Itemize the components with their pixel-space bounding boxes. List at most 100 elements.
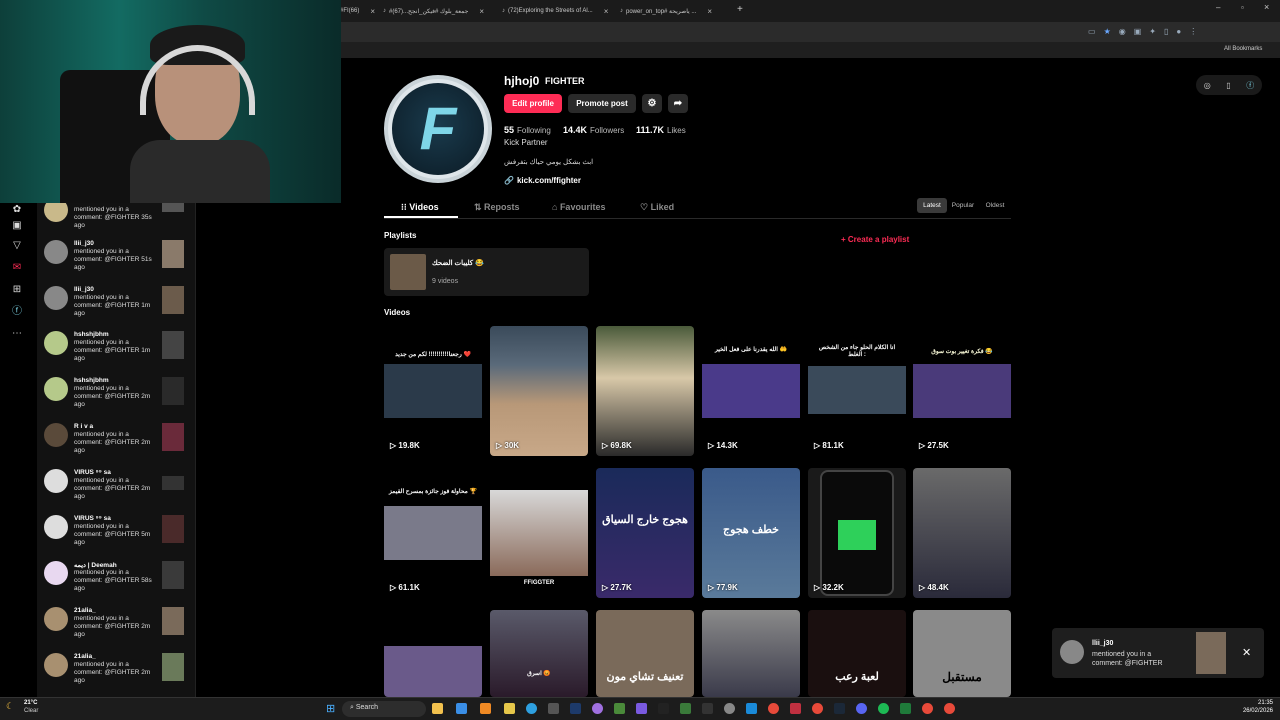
cast-icon[interactable]: ▭ bbox=[1088, 27, 1096, 37]
avatar[interactable]: ⓕ bbox=[1246, 80, 1254, 91]
video-card[interactable]: ▷ 48.4K bbox=[913, 468, 1011, 598]
video-card[interactable] bbox=[702, 610, 800, 697]
followers-stat[interactable]: 14.4K Followers bbox=[563, 120, 624, 138]
browser-tab[interactable]: ♪ (72)Exploring the Streets of Al... × bbox=[502, 3, 610, 19]
app-icon[interactable] bbox=[680, 703, 691, 714]
app-icon[interactable] bbox=[548, 703, 559, 714]
photoshop-icon[interactable] bbox=[570, 703, 581, 714]
notification-item[interactable]: ديمه | Deemah mentioned you in a comment:… bbox=[44, 561, 194, 605]
close-icon[interactable]: × bbox=[479, 7, 484, 16]
extension-icon[interactable]: ▣ bbox=[1134, 27, 1142, 37]
spotify-icon[interactable] bbox=[878, 703, 889, 714]
share-icon[interactable]: ➦ bbox=[668, 94, 688, 113]
promote-post-button[interactable]: Promote post bbox=[568, 94, 636, 113]
app-icon[interactable] bbox=[790, 703, 801, 714]
mention-toast[interactable]: llii_j30 mentioned you in a comment: @FI… bbox=[1052, 628, 1264, 678]
sort-latest-button[interactable]: Latest bbox=[917, 198, 947, 213]
video-card[interactable]: خطف هجوج ▷ 77.9K bbox=[702, 468, 800, 598]
close-icon[interactable]: × bbox=[370, 7, 375, 16]
video-card[interactable]: فكرة تغيير بوت سوق 😂 ▷ 27.5K bbox=[913, 326, 1011, 456]
profile-link[interactable]: 🔗 kick.com/ffighter bbox=[504, 176, 581, 185]
coin-icon[interactable]: ◎ bbox=[1204, 81, 1211, 90]
more-icon[interactable]: ⋯ bbox=[10, 327, 24, 341]
file-explorer-icon[interactable] bbox=[432, 703, 443, 714]
video-card[interactable]: اسرق 😡 bbox=[490, 610, 588, 697]
close-icon[interactable]: × bbox=[604, 7, 609, 16]
weather-temp[interactable]: 21°C bbox=[24, 700, 37, 706]
notification-item[interactable]: llii_j30 mentioned you in a comment: @FIG… bbox=[44, 286, 194, 330]
app-icon[interactable] bbox=[724, 703, 735, 714]
video-card[interactable]: انا الكلام الحلو جاء من الشخص الغلط : ▷ 8… bbox=[808, 326, 906, 456]
app-icon[interactable] bbox=[658, 703, 669, 714]
tab-videos[interactable]: ⁝⁝ Videos bbox=[401, 202, 439, 213]
all-bookmarks[interactable]: All Bookmarks bbox=[1224, 46, 1262, 52]
window-close-button[interactable]: × bbox=[1264, 2, 1269, 12]
notification-item[interactable]: VIRUS ⁹⁹ sa mentioned you in a comment: @… bbox=[44, 469, 194, 513]
video-card[interactable]: تعنيف تشاي مون bbox=[596, 610, 694, 697]
video-card[interactable]: ▷ 69.8K bbox=[596, 326, 694, 456]
browser-tab[interactable]: ♪ #جمعة_بلوك #فيكن_انجح...(67) × bbox=[383, 3, 491, 19]
chrome-icon[interactable] bbox=[812, 703, 823, 714]
app-icon[interactable] bbox=[456, 703, 467, 714]
notification-item[interactable]: hshshjbhm mentioned you in a comment: @FI… bbox=[44, 331, 194, 375]
app-icon[interactable] bbox=[702, 703, 713, 714]
notification-item[interactable]: llii_j30 mentioned you in a comment: @FIG… bbox=[44, 240, 194, 284]
discord-icon[interactable] bbox=[856, 703, 867, 714]
tab-liked[interactable]: ♡ Liked bbox=[640, 202, 674, 213]
minecraft-icon[interactable] bbox=[614, 703, 625, 714]
chrome-icon[interactable] bbox=[944, 703, 955, 714]
folder-icon[interactable] bbox=[504, 703, 515, 714]
clock-time[interactable]: 21:35 bbox=[1225, 700, 1273, 706]
steam-icon[interactable] bbox=[834, 703, 845, 714]
taskbar-search[interactable]: ⌕ Search bbox=[342, 701, 426, 717]
edge-icon[interactable] bbox=[526, 703, 537, 714]
video-card[interactable]: لعبة رعب bbox=[808, 610, 906, 697]
inbox-icon[interactable]: ▽ bbox=[10, 239, 24, 253]
tab-favourites[interactable]: ⌂ Favourites bbox=[552, 202, 605, 212]
app-icon[interactable] bbox=[636, 703, 647, 714]
video-card[interactable]: الله يقدرنا على فعل الخير 🤲 ▷ 14.3K bbox=[702, 326, 800, 456]
sidebar-icon[interactable]: ▯ bbox=[1164, 27, 1168, 37]
video-card[interactable]: رجعنا!!!!!!!!!! لكم من جديد ❤️ ▷ 19.8K bbox=[384, 326, 482, 456]
puzzle-icon[interactable]: ✦ bbox=[1149, 27, 1156, 37]
tab-reposts[interactable]: ⇅ Reposts bbox=[474, 202, 520, 213]
close-icon[interactable]: ✕ bbox=[1242, 646, 1251, 659]
extension-icon[interactable]: ◉ bbox=[1119, 27, 1126, 37]
video-card[interactable]: مستقبل bbox=[913, 610, 1011, 697]
profile-icon[interactable]: ● bbox=[1176, 27, 1181, 37]
notification-item[interactable]: mentioned you in a comment: @FIGHTER 35s… bbox=[44, 203, 194, 242]
minimize-button[interactable]: – bbox=[1216, 3, 1220, 12]
app-icon[interactable] bbox=[480, 703, 491, 714]
phone-icon[interactable]: ▯ bbox=[1226, 81, 1230, 90]
star-icon[interactable]: ★ bbox=[1104, 27, 1111, 37]
notification-item[interactable]: 21alia_ mentioned you in a comment: @FIGH… bbox=[44, 607, 194, 651]
app-icon[interactable] bbox=[900, 703, 911, 714]
windows-start-icon[interactable]: ⊞ bbox=[326, 702, 335, 715]
app-icon[interactable] bbox=[592, 703, 603, 714]
messages-icon[interactable]: ✉ bbox=[10, 261, 24, 275]
video-card[interactable]: ▷ 32.2K bbox=[808, 468, 906, 598]
chrome-icon[interactable] bbox=[768, 703, 779, 714]
new-tab-button[interactable]: + bbox=[737, 4, 743, 15]
chrome-icon[interactable] bbox=[922, 703, 933, 714]
notification-item[interactable]: VIRUS ⁹⁹ sa mentioned you in a comment: @… bbox=[44, 515, 194, 559]
notification-item[interactable]: R i v a mentioned you in a comment: @FIGH… bbox=[44, 423, 194, 467]
gift-icon[interactable]: ✿ bbox=[10, 203, 24, 217]
live-icon[interactable]: ▣ bbox=[10, 219, 24, 233]
browser-tab[interactable]: ♪ power_on_top# ياصريحة ... × bbox=[620, 3, 745, 19]
sort-popular-button[interactable]: Popular bbox=[948, 198, 978, 213]
app-icon[interactable] bbox=[746, 703, 757, 714]
video-card[interactable]: ▷ 30K bbox=[490, 326, 588, 456]
settings-gear-icon[interactable]: ⚙ bbox=[642, 94, 662, 113]
profile-icon[interactable]: ⓕ bbox=[10, 305, 24, 319]
video-card[interactable]: محاولة فوز جائزة بمسرح القيمز 🏆 ▷ 61.1K bbox=[384, 468, 482, 598]
video-card[interactable] bbox=[384, 610, 482, 697]
following-stat[interactable]: 55 Following bbox=[504, 120, 551, 138]
video-card[interactable]: FFIGGTER bbox=[490, 468, 588, 598]
menu-icon[interactable]: ⋮ bbox=[1189, 27, 1197, 37]
maximize-button[interactable]: ▫ bbox=[1241, 3, 1244, 12]
sort-oldest-button[interactable]: Oldest bbox=[980, 198, 1010, 213]
notification-item[interactable]: hshshjbhm mentioned you in a comment: @FI… bbox=[44, 377, 194, 421]
upload-icon[interactable]: ⊞ bbox=[10, 283, 24, 297]
create-playlist-button[interactable]: + Create a playlist bbox=[841, 235, 909, 244]
